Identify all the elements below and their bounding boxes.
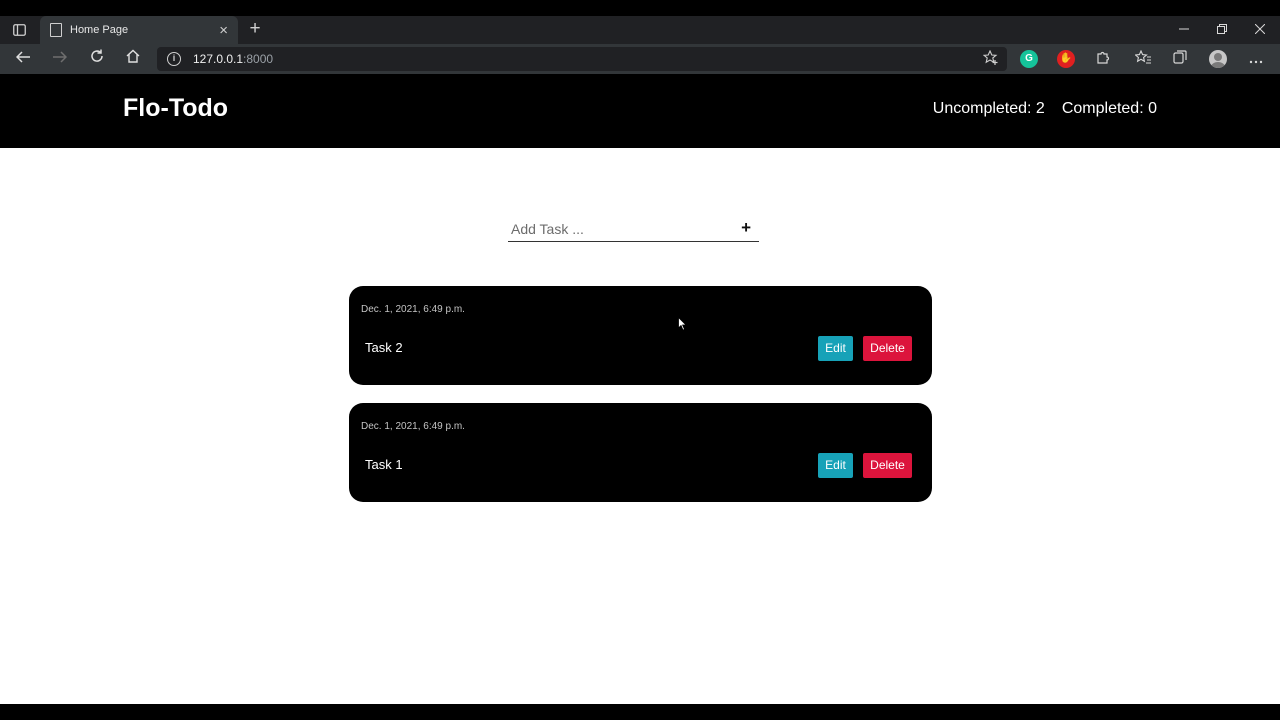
browser-toolbar: i 127.0.0.1 :8000 G ✋ — [0, 44, 1280, 74]
address-bar[interactable]: i 127.0.0.1 :8000 — [157, 47, 1007, 71]
browser-tab-home[interactable]: Home Page × — [40, 16, 238, 44]
new-tab-button[interactable]: + — [244, 18, 266, 40]
adblock-extension-icon[interactable]: ✋ — [1057, 50, 1075, 68]
grammarly-extension-icon[interactable]: G — [1020, 50, 1038, 68]
browser-tab-strip: Home Page × + — [0, 16, 1280, 44]
minimize-icon[interactable] — [1173, 20, 1195, 40]
task-card: Dec. 1, 2021, 6:49 p.m. Task 2 Edit Dele… — [349, 286, 932, 385]
back-arrow-icon[interactable] — [11, 48, 35, 70]
tab-title: Home Page — [70, 24, 129, 36]
task-counts: Uncompleted: 2 Completed: 0 — [933, 100, 1157, 118]
extensions-puzzle-icon[interactable] — [1092, 48, 1114, 70]
home-icon[interactable] — [121, 48, 145, 70]
mouse-cursor-icon — [678, 316, 688, 336]
task-title: Task 2 — [365, 340, 403, 355]
favorites-icon[interactable] — [1132, 48, 1154, 70]
task-card: Dec. 1, 2021, 6:49 p.m. Task 1 Edit Dele… — [349, 403, 932, 502]
edit-button[interactable]: Edit — [818, 453, 853, 478]
forward-arrow-icon[interactable] — [48, 48, 72, 70]
plus-icon[interactable]: + — [741, 218, 751, 238]
task-title: Task 1 — [365, 457, 403, 472]
url-host: 127.0.0.1 — [193, 52, 244, 66]
collections-icon[interactable] — [1169, 48, 1191, 70]
more-options-icon[interactable] — [1245, 48, 1267, 70]
close-window-icon[interactable] — [1249, 20, 1271, 40]
add-favorite-icon[interactable] — [982, 49, 999, 69]
site-info-icon[interactable]: i — [167, 52, 181, 66]
reload-icon[interactable] — [85, 48, 109, 70]
completed-count: Completed: 0 — [1061, 100, 1157, 117]
delete-button[interactable]: Delete — [863, 336, 912, 361]
delete-button[interactable]: Delete — [863, 453, 912, 478]
page-icon — [50, 23, 62, 37]
tab-actions-icon[interactable] — [8, 20, 30, 40]
edit-button[interactable]: Edit — [818, 336, 853, 361]
uncompleted-count: Uncompleted: 2 — [932, 100, 1045, 117]
profile-avatar[interactable] — [1209, 50, 1227, 68]
todo-page: Flo-Todo Uncompleted: 2 Completed: 0 + D… — [0, 75, 1280, 704]
add-task-input[interactable] — [508, 220, 728, 237]
close-tab-icon[interactable]: × — [219, 23, 228, 38]
task-date: Dec. 1, 2021, 6:49 p.m. — [361, 421, 465, 432]
app-navbar: Flo-Todo Uncompleted: 2 Completed: 0 — [0, 75, 1280, 148]
task-date: Dec. 1, 2021, 6:49 p.m. — [361, 304, 465, 315]
url-port: :8000 — [243, 52, 274, 66]
brand-logo[interactable]: Flo-Todo — [123, 94, 228, 123]
add-task-form: + — [508, 216, 759, 242]
restore-icon[interactable] — [1211, 20, 1233, 40]
task-list: Dec. 1, 2021, 6:49 p.m. Task 2 Edit Dele… — [349, 286, 932, 520]
